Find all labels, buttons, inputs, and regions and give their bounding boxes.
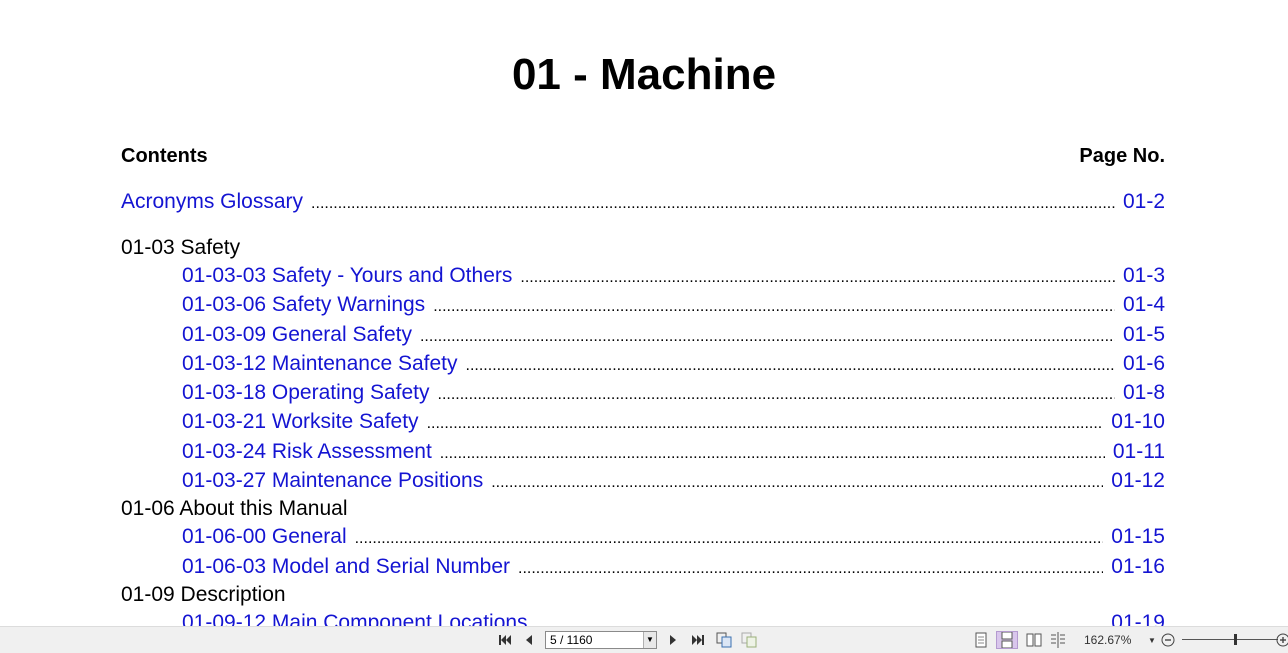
contents-header: Contents (121, 145, 208, 167)
page-no-header: Page No. (1079, 145, 1165, 167)
next-page-icon[interactable] (666, 631, 680, 649)
single-page-icon[interactable] (973, 631, 989, 649)
zoom-in-icon[interactable] (1276, 631, 1288, 649)
last-page-icon[interactable] (690, 631, 706, 649)
toc-link[interactable]: 01-09-12 Main Component Locations01-19 (182, 610, 1165, 626)
paste-icon[interactable] (741, 631, 757, 649)
section-heading: 01-09 Description (121, 583, 286, 606)
toc-link[interactable]: 01-03-24 Risk Assessment01-11 (182, 439, 1165, 467)
toc-link[interactable]: 01-06-03 Model and Serial Number01-16 (182, 554, 1165, 582)
leader-dots (311, 191, 1115, 217)
page-number-input[interactable]: 5 / 1160 ▼ (545, 631, 657, 649)
toc-link[interactable]: 01-03-12 Maintenance Safety01-6 (182, 351, 1165, 379)
copy-icon[interactable] (716, 631, 732, 649)
toc-link[interactable]: 01-03-06 Safety Warnings01-4 (182, 292, 1165, 320)
chevron-down-icon[interactable]: ▼ (643, 632, 656, 648)
first-page-icon[interactable] (497, 631, 513, 649)
toc-link[interactable]: 01-03-03 Safety - Yours and Others01-3 (182, 263, 1165, 291)
section-heading: 01-03 Safety (121, 236, 241, 259)
document-page: 01 - Machine Contents Page No. Acronyms … (0, 0, 1288, 626)
toc-link[interactable]: 01-06-00 General01-15 (182, 524, 1165, 552)
zoom-level[interactable]: 162.67% (1084, 633, 1131, 647)
zoom-slider[interactable] (1182, 639, 1278, 640)
continuous-page-icon[interactable] (996, 631, 1018, 649)
zoom-out-icon[interactable] (1160, 631, 1176, 649)
toc-link[interactable]: 01-03-09 General Safety01-5 (182, 322, 1165, 350)
section-heading: 01-06 About this Manual (121, 497, 348, 520)
toc-link-glossary[interactable]: Acronyms Glossary 01-2 (121, 189, 1165, 217)
toc-link[interactable]: 01-03-27 Maintenance Positions01-12 (182, 468, 1165, 496)
page-title: 01 - Machine (511, 50, 777, 99)
viewer-toolbar: 5 / 1160 ▼ 162.67% ▼ (0, 626, 1288, 653)
two-page-icon[interactable] (1025, 631, 1043, 649)
zoom-slider-thumb[interactable] (1234, 634, 1237, 645)
toc-link[interactable]: 01-03-21 Worksite Safety01-10 (182, 409, 1165, 437)
toc-link[interactable]: 01-03-18 Operating Safety01-8 (182, 380, 1165, 408)
prev-page-icon[interactable] (522, 631, 536, 649)
two-page-continuous-icon[interactable] (1049, 631, 1067, 649)
zoom-dropdown-icon[interactable]: ▼ (1147, 631, 1157, 649)
